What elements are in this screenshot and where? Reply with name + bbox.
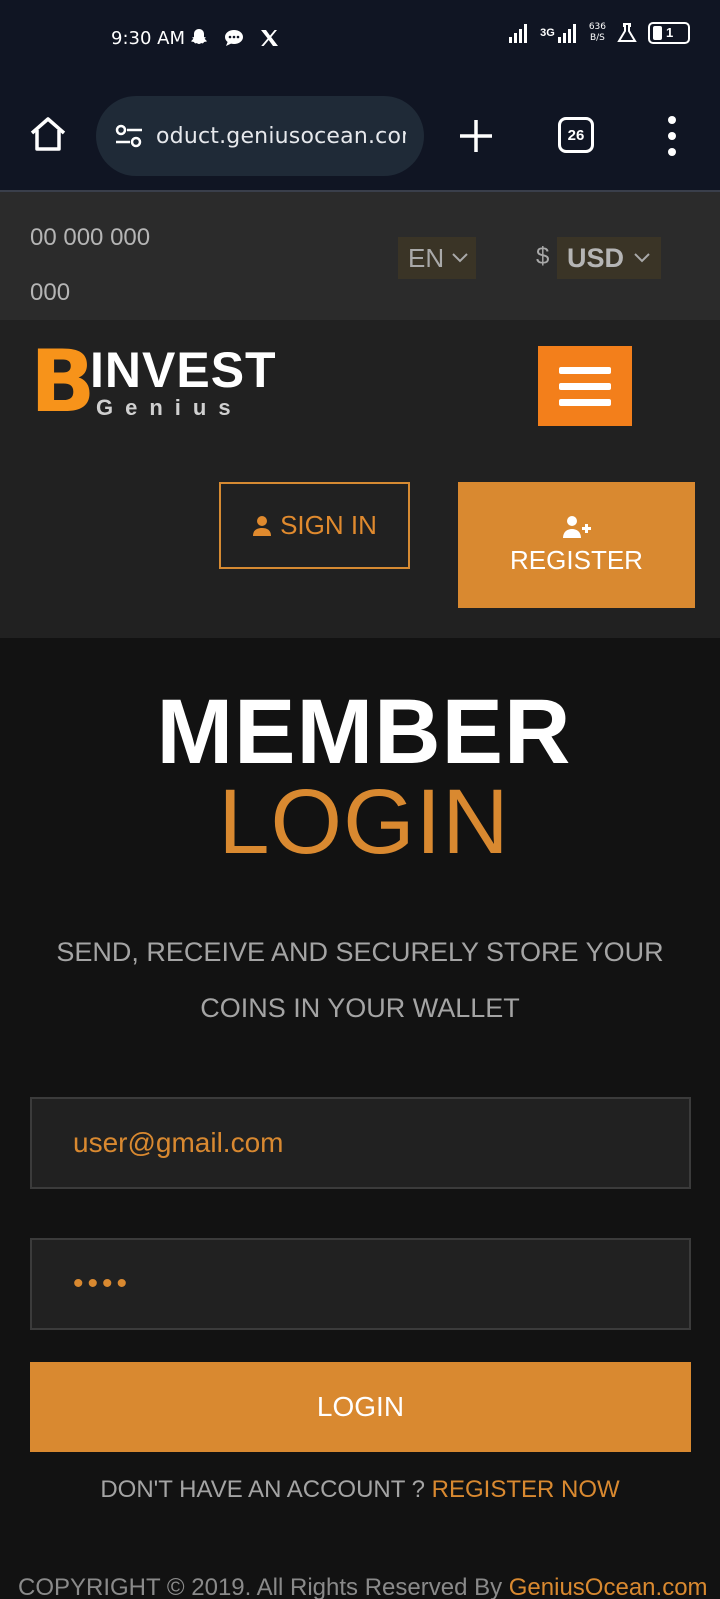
top-info-bar: 00 000 000 000 EN $ USD bbox=[0, 192, 720, 320]
browser-toolbar: oduct.geniusocean.com 26 bbox=[0, 80, 720, 192]
sign-in-label: SIGN IN bbox=[280, 510, 377, 540]
site-logo[interactable]: B INVEST Genius bbox=[30, 338, 295, 426]
user-icon bbox=[253, 515, 272, 536]
home-icon[interactable] bbox=[28, 114, 68, 154]
copyright-link[interactable]: GeniusOcean.com bbox=[509, 1574, 708, 1599]
status-bar: 9:30 AM 3G 636 B/S 1 bbox=[0, 0, 720, 80]
browser-menu-icon[interactable] bbox=[662, 116, 682, 156]
chevron-down-icon bbox=[634, 253, 650, 263]
url-text: oduct.geniusocean.com bbox=[156, 123, 406, 149]
logo-name: INVEST bbox=[90, 342, 277, 398]
site-settings-icon[interactable] bbox=[114, 123, 144, 149]
no-account-text: DON'T HAVE AN ACCOUNT ? bbox=[100, 1476, 425, 1503]
register-now-link[interactable]: REGISTER NOW bbox=[432, 1476, 620, 1503]
signal-icon-2 bbox=[557, 24, 576, 43]
network-type: 3G bbox=[540, 26, 555, 39]
logo-subtitle: Genius bbox=[96, 395, 243, 420]
mobile-data: 3G bbox=[540, 22, 579, 44]
add-user-icon bbox=[562, 515, 591, 538]
tab-switcher-button[interactable]: 26 bbox=[558, 117, 594, 153]
address-bar[interactable]: oduct.geniusocean.com bbox=[96, 96, 424, 176]
copyright: COPYRIGHT © 2019. All Rights Reserved By… bbox=[18, 1574, 720, 1599]
language-select[interactable]: EN bbox=[398, 237, 476, 279]
bitcoin-logo-icon: B bbox=[30, 332, 96, 432]
currency-select[interactable]: USD bbox=[557, 237, 661, 279]
page-subtitle: SEND, RECEIVE AND SECURELY STORE YOUR CO… bbox=[56, 937, 664, 1023]
snapchat-icon bbox=[191, 29, 207, 44]
language-value: EN bbox=[408, 242, 445, 273]
currency-symbol: $ bbox=[536, 243, 550, 270]
x-icon bbox=[261, 30, 278, 46]
register-button[interactable]: REGISTER bbox=[458, 482, 695, 608]
battery-icon: 1 bbox=[648, 22, 690, 44]
phone-number: 00 000 000 000 bbox=[30, 224, 151, 306]
message-icon bbox=[225, 30, 243, 46]
flask-icon bbox=[617, 23, 637, 42]
copyright-text: COPYRIGHT © 2019. All Rights Reserved By bbox=[18, 1574, 503, 1599]
sign-in-button[interactable]: SIGN IN bbox=[219, 482, 410, 569]
site-header: B INVEST Genius SIGN IN REGISTER bbox=[0, 320, 720, 638]
signup-prompt: DON'T HAVE AN ACCOUNT ? REGISTER NOW bbox=[0, 1476, 720, 1504]
signal-icon bbox=[509, 24, 528, 43]
chevron-down-icon bbox=[452, 253, 468, 263]
currency-value: USD bbox=[567, 242, 625, 273]
password-field[interactable]: •••• bbox=[30, 1238, 691, 1330]
email-field[interactable]: user@gmail.com bbox=[30, 1097, 691, 1189]
register-label: REGISTER bbox=[510, 544, 643, 575]
menu-toggle-button[interactable] bbox=[538, 346, 632, 426]
status-time: 9:30 AM bbox=[111, 28, 185, 49]
page-title: MEMBER bbox=[156, 681, 572, 783]
page-title-accent: LOGIN bbox=[218, 771, 510, 873]
new-tab-icon[interactable] bbox=[456, 116, 496, 156]
login-button[interactable]: LOGIN bbox=[30, 1362, 691, 1452]
net-speed: 636 B/S bbox=[588, 22, 606, 43]
status-right: 3G 636 B/S 1 bbox=[508, 22, 690, 44]
